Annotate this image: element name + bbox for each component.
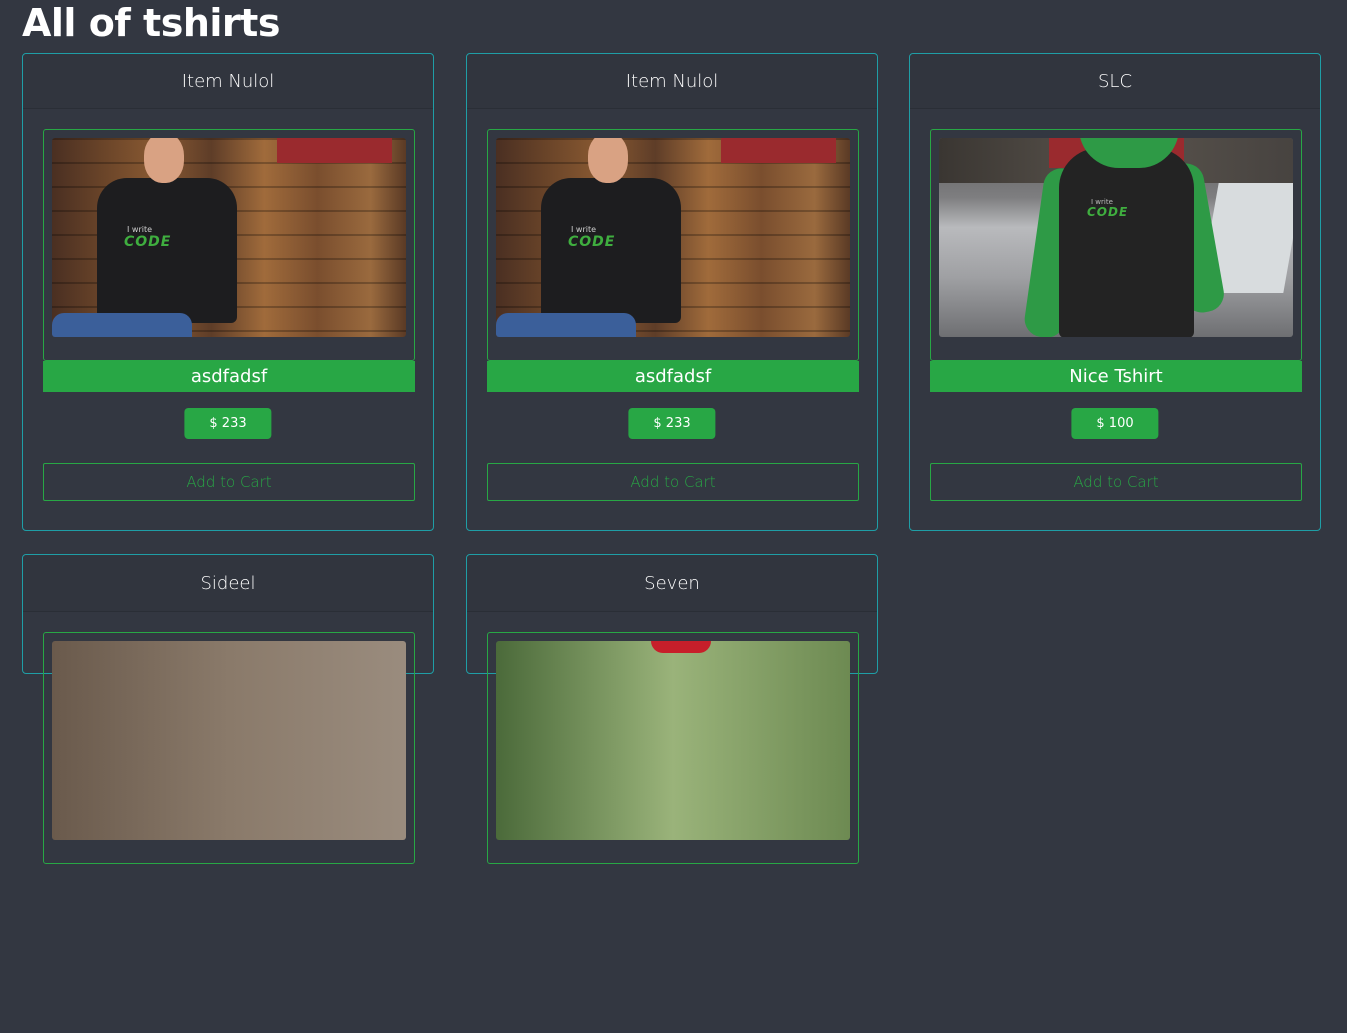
product-image[interactable] (496, 641, 850, 840)
product-image[interactable]: I write CODE (496, 138, 850, 337)
product-name: Nice Tshirt (930, 361, 1302, 392)
price-badge: $ 100 (1071, 408, 1159, 439)
product-image[interactable]: I write CODE (52, 138, 406, 337)
card-header: Sideel (23, 555, 433, 612)
product-image-frame[interactable]: I write CODE (43, 129, 415, 361)
product-card: Sideel (22, 554, 434, 864)
price-badge: $ 233 (184, 408, 272, 439)
card-header: Seven (467, 555, 877, 612)
price-badge: $ 233 (628, 408, 716, 439)
product-name: asdfadsf (487, 361, 859, 392)
product-card: Seven (466, 554, 878, 864)
add-to-cart-button[interactable]: Add to Cart (487, 463, 859, 501)
product-image[interactable] (52, 641, 406, 840)
card-header: SLC (910, 54, 1320, 109)
product-image-frame[interactable] (487, 632, 859, 864)
card-header: Item Nulol (23, 54, 433, 109)
product-card: Item Nulol I write CODE asdfadsf $ 233 A… (22, 53, 434, 531)
product-image[interactable]: I write CODE (939, 138, 1293, 337)
product-card: SLC I write CODE Nice Tshirt $ 100 Add t… (909, 53, 1321, 531)
add-to-cart-button[interactable]: Add to Cart (43, 463, 415, 501)
add-to-cart-button[interactable]: Add to Cart (930, 463, 1302, 501)
product-card: Item Nulol I write CODE asdfadsf $ 233 A… (466, 53, 878, 531)
product-image-frame[interactable]: I write CODE (487, 129, 859, 361)
product-image-frame[interactable] (43, 632, 415, 864)
card-header: Item Nulol (467, 54, 877, 109)
page-title: All of tshirts (22, 1, 280, 45)
product-name: asdfadsf (43, 361, 415, 392)
product-image-frame[interactable]: I write CODE (930, 129, 1302, 361)
